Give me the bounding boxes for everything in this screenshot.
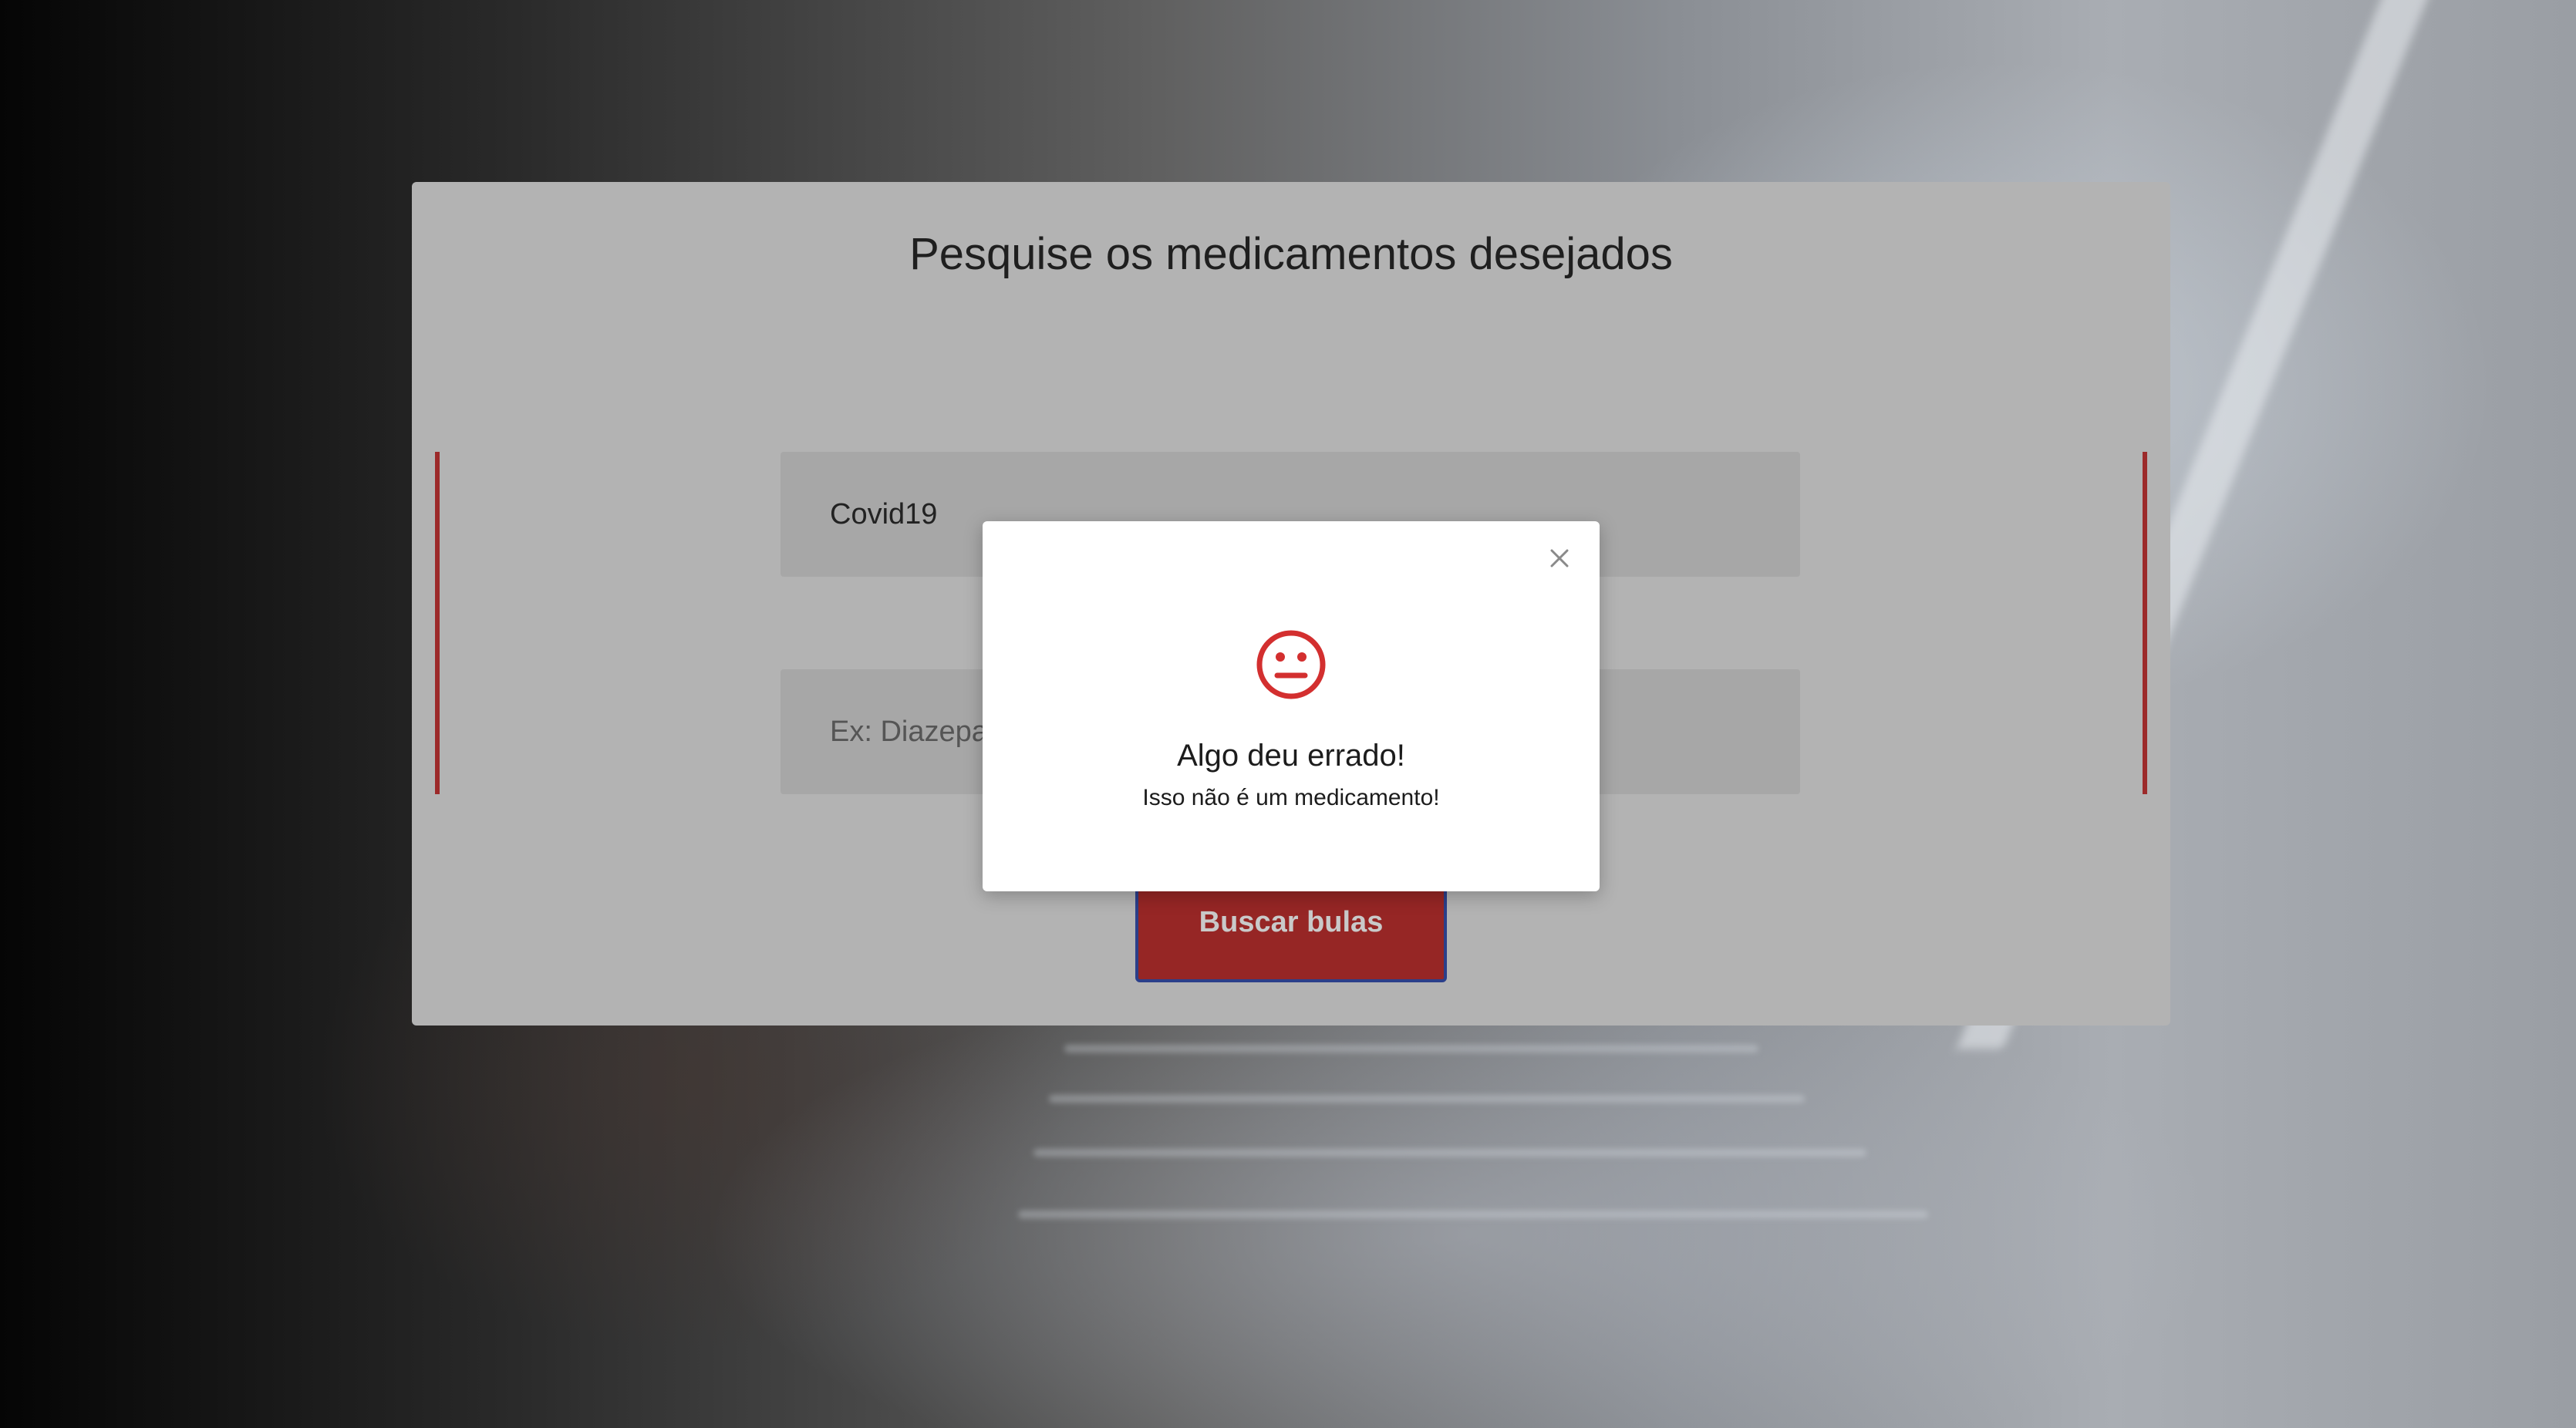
error-modal: Algo deu errado! Isso não é um medicamen… — [983, 521, 1600, 891]
neutral-face-icon — [1254, 628, 1328, 702]
page-title: Pesquise os medicamentos desejados — [909, 229, 1673, 279]
background-keyboard-row — [1033, 1149, 1866, 1157]
modal-title: Algo deu errado! — [1177, 739, 1405, 773]
left-accent-bar — [435, 452, 440, 794]
medication-input-value: Covid19 — [830, 497, 938, 530]
right-accent-bar — [2143, 452, 2147, 794]
background-keyboard-row — [1064, 1045, 1758, 1052]
modal-message: Isso não é um medicamento! — [1142, 785, 1440, 810]
background-keyboard-row — [1049, 1095, 1805, 1103]
second-medication-placeholder: Ex: Diazepa — [830, 715, 988, 748]
background-keyboard-row — [1018, 1211, 1928, 1218]
close-icon[interactable] — [1543, 541, 1576, 575]
search-leaflets-button-label: Buscar bulas — [1199, 906, 1384, 938]
background-photo: Pesquise os medicamentos desejados Covid… — [0, 0, 2576, 1428]
